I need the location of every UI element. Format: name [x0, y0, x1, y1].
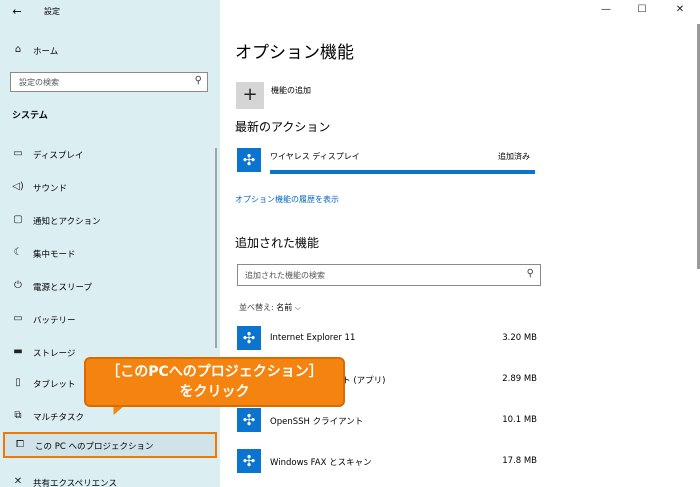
installed-features-heading: 追加された機能 — [235, 236, 320, 250]
battery-icon: ▭ — [13, 313, 23, 324]
moon-icon: ☾ — [13, 247, 23, 258]
window-controls: — ☐ ✕ — [590, 0, 700, 24]
sidebar-item-label: タブレット — [33, 380, 76, 390]
main-pane: — ☐ ✕ オプション機能 + 機能の追加 最新のアクション ✣ ワイヤレス デ… — [220, 0, 700, 487]
puzzle-icon: ✣ — [237, 326, 261, 350]
add-feature-label[interactable]: 機能の追加 — [271, 85, 311, 96]
recent-item-status: 追加済み — [498, 152, 530, 161]
chevron-down-icon: ⌵ — [294, 303, 301, 312]
search-placeholder: 設定の検索 — [19, 78, 59, 87]
feature-search-placeholder: 追加された機能の検索 — [245, 271, 325, 280]
feature-size: 2.89 MB — [502, 374, 537, 384]
close-icon[interactable]: ✕ — [670, 4, 690, 15]
home-icon: ⌂ — [14, 44, 22, 55]
tablet-icon: ▯ — [15, 377, 21, 388]
minimize-icon[interactable]: — — [596, 4, 616, 15]
projection-icon: ⧠ — [16, 439, 24, 450]
sidebar-item-label: この PC へのプロジェクション — [35, 442, 154, 452]
shared-icon: ✕ — [13, 476, 23, 487]
notification-icon: ▢ — [13, 214, 23, 225]
feature-name: OpenSSH クライアント — [270, 417, 364, 427]
sidebar-item-label: 共有エクスペリエンス — [33, 479, 117, 487]
feature-row[interactable]: ✣ Internet Explorer 11 3.20 MB — [237, 326, 537, 356]
sidebar-item-label: ホーム — [33, 47, 59, 57]
callout-line-2: をクリック — [179, 384, 250, 400]
monitor-icon: ▭ — [13, 148, 23, 159]
feature-size: 10.1 MB — [502, 415, 537, 425]
install-progress-fill — [270, 170, 535, 174]
recent-actions-heading: 最新のアクション — [235, 120, 331, 134]
power-icon: ⏻ — [14, 280, 22, 291]
sort-label: 並べ替え: — [239, 303, 274, 312]
install-progress-bar — [270, 170, 535, 174]
section-heading: システム — [12, 111, 48, 121]
sort-dropdown[interactable]: 並べ替え: 名前 ⌵ — [239, 302, 301, 313]
add-feature-button[interactable]: + — [236, 82, 264, 109]
sidebar-item-focus[interactable]: ☾ 集中モード — [0, 240, 220, 266]
sidebar-item-display[interactable]: ▭ ディスプレイ — [0, 141, 220, 167]
puzzle-icon: ✣ — [237, 449, 261, 473]
titlebar-left: ← 設定 — [0, 0, 220, 24]
sidebar-item-sound[interactable]: ◁) サウンド — [0, 174, 220, 200]
sidebar-item-label: 通知とアクション — [33, 217, 101, 227]
instruction-callout: ［このPCへのプロジェクション］ をクリック — [84, 357, 345, 407]
puzzle-icon: ✣ — [237, 148, 261, 172]
search-icon: ⚲ — [526, 268, 534, 279]
search-icon: ⚲ — [194, 75, 202, 86]
feature-size: 17.8 MB — [502, 456, 537, 466]
sidebar-item-label: マルチタスク — [33, 413, 85, 423]
puzzle-icon: ✣ — [237, 408, 261, 432]
sidebar-item-label: ストレージ — [33, 349, 76, 359]
feature-name: Internet Explorer 11 — [270, 333, 356, 343]
storage-icon: ▬ — [13, 346, 23, 357]
callout-line-1: ［このPCへのプロジェクション］ — [106, 364, 323, 380]
sidebar-item-shared[interactable]: ✕ 共有エクスペリエンス — [0, 469, 220, 487]
settings-search-input[interactable]: 設定の検索 ⚲ — [10, 72, 208, 92]
feature-row[interactable]: ✣ Windows FAX とスキャン 17.8 MB — [237, 449, 537, 479]
sidebar-item-battery[interactable]: ▭ バッテリー — [0, 306, 220, 332]
feature-row[interactable]: ✣ OpenSSH クライアント 10.1 MB — [237, 408, 537, 438]
sidebar-item-home[interactable]: ⌂ ホーム — [0, 38, 220, 62]
window-title: 設定 — [44, 7, 60, 16]
feature-name: Windows FAX とスキャン — [270, 458, 372, 468]
sidebar-item-label: 集中モード — [33, 250, 76, 260]
sidebar-item-notifications[interactable]: ▢ 通知とアクション — [0, 207, 220, 233]
sidebar-item-label: サウンド — [33, 184, 68, 194]
multitask-icon: ⧉ — [14, 410, 22, 421]
feature-search-input[interactable]: 追加された機能の検索 ⚲ — [237, 264, 541, 286]
sidebar-item-power[interactable]: ⏻ 電源とスリープ — [0, 273, 220, 299]
page-title: オプション機能 — [235, 43, 354, 63]
sidebar-item-label: 電源とスリープ — [33, 283, 92, 293]
sidebar-item-label: ディスプレイ — [33, 151, 84, 161]
feature-size: 3.20 MB — [502, 333, 537, 343]
speaker-icon: ◁) — [12, 181, 24, 192]
sidebar-item-label: バッテリー — [33, 316, 76, 326]
sidebar-scrollbar[interactable] — [215, 148, 217, 348]
sort-value: 名前 — [276, 303, 293, 312]
sidebar-item-projection[interactable]: ⧠ この PC へのプロジェクション — [3, 432, 217, 458]
recent-item-name: ワイヤレス ディスプレイ — [270, 152, 360, 161]
maximize-icon[interactable]: ☐ — [632, 4, 652, 15]
back-arrow-icon[interactable]: ← — [8, 4, 26, 20]
history-link[interactable]: オプション機能の履歴を表示 — [235, 194, 339, 205]
